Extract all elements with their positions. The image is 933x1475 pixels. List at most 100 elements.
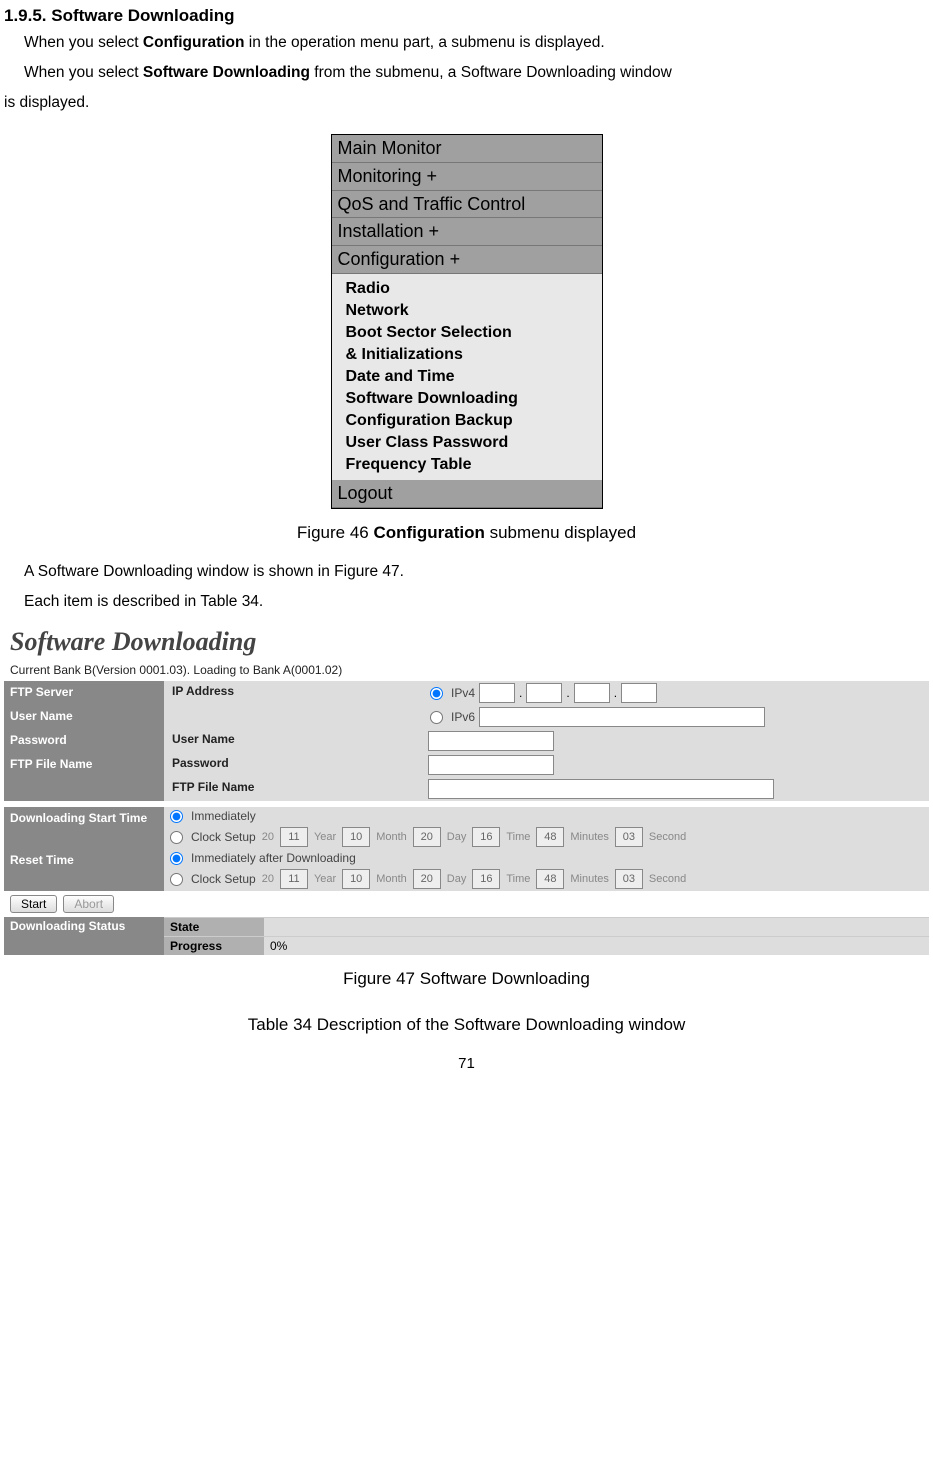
paragraph-mid1: A Software Downloading window is shown i… (24, 563, 933, 581)
label-dl-status: Downloading Status (4, 917, 164, 955)
sw-form-grid: FTP Server IP Address IPv4 . . . User Na… (4, 681, 929, 891)
value-state (264, 917, 929, 936)
dt-day-lbl: Day (447, 831, 467, 843)
mid-user-name: User Name (164, 729, 424, 753)
dt-time-lbl: Time (506, 831, 530, 843)
menu-item-configuration[interactable]: Configuration + (332, 246, 602, 274)
text: When you select (24, 34, 143, 51)
input-user-name[interactable] (428, 731, 554, 751)
paragraph-2: When you select Software Downloading fro… (24, 64, 933, 82)
section-heading: 1.9.5. Software Downloading (4, 6, 933, 26)
sw-window-title: Software Downloading (4, 623, 929, 661)
radio-ipv4[interactable] (430, 687, 443, 700)
radio-dl-imm-label: Immediately (191, 809, 256, 823)
rs-min[interactable] (536, 869, 564, 889)
ipv6-input[interactable] (479, 707, 765, 727)
rs-month-lbl: Month (376, 873, 407, 885)
abort-button[interactable]: Abort (63, 895, 114, 913)
submenu-item-radio[interactable]: Radio (346, 278, 602, 300)
rs-month[interactable] (342, 869, 370, 889)
rs-sec[interactable] (615, 869, 643, 889)
radio-reset-clock[interactable] (170, 873, 183, 886)
radio-reset-imm-label: Immediately after Downloading (191, 851, 356, 865)
radio-reset-clock-label: Clock Setup (191, 872, 256, 886)
radio-ipv4-label: IPv4 (451, 686, 475, 700)
mid-password: Password (164, 753, 424, 777)
dl-month[interactable] (342, 827, 370, 847)
text: in the operation menu part, a submenu is… (245, 34, 605, 51)
ipv4-seg-2[interactable] (526, 683, 562, 703)
dt-min-lbl: Minutes (570, 831, 609, 843)
ipv4-seg-3[interactable] (574, 683, 610, 703)
page-number: 71 (0, 1055, 933, 1072)
field-dl-start-clock: Clock Setup 20Year Month Day Time Minute… (164, 825, 929, 849)
input-ftp-file[interactable] (428, 779, 774, 799)
dl-day[interactable] (413, 827, 441, 847)
blank-mid (164, 705, 424, 729)
button-row: Start Abort (4, 891, 929, 917)
menu-item-installation[interactable]: Installation + (332, 218, 602, 246)
submenu-item-backup[interactable]: Configuration Backup (346, 410, 602, 432)
radio-dl-clock-label: Clock Setup (191, 830, 256, 844)
text-bold: Configuration (143, 34, 245, 51)
rs-day-lbl: Day (447, 873, 467, 885)
submenu-item-boot2[interactable]: & Initializations (346, 344, 602, 366)
dt-sec-lbl: Second (649, 831, 686, 843)
dl-sec[interactable] (615, 827, 643, 847)
sw-bank-info: Current Bank B(Version 0001.03). Loading… (4, 661, 929, 681)
table-34-caption: Table 34 Description of the Software Dow… (0, 1015, 933, 1035)
text-bold: Software Downloading (143, 64, 310, 81)
rs-year[interactable] (280, 869, 308, 889)
submenu-item-boot1[interactable]: Boot Sector Selection (346, 322, 602, 344)
paragraph-1: When you select Configuration in the ope… (24, 34, 933, 52)
dt-20: 20 (262, 831, 274, 843)
ipv4-seg-4[interactable] (621, 683, 657, 703)
field-ipv6: IPv6 (424, 705, 929, 729)
label-reset-time: Reset Time (4, 849, 164, 891)
configuration-menu: Main Monitor Monitoring + QoS and Traffi… (331, 134, 603, 509)
dt-20b: 20 (262, 873, 274, 885)
paragraph-2b: is displayed. (4, 94, 933, 112)
radio-ipv6-label: IPv6 (451, 710, 475, 724)
rs-day[interactable] (413, 869, 441, 889)
submenu-item-user[interactable]: User Class Password (346, 432, 602, 454)
menu-item-main-monitor[interactable]: Main Monitor (332, 135, 602, 163)
label-user-name: User Name (4, 705, 164, 729)
configuration-submenu: Radio Network Boot Sector Selection & In… (332, 274, 602, 480)
submenu-item-freq[interactable]: Frequency Table (346, 454, 602, 476)
menu-item-logout[interactable]: Logout (332, 480, 602, 508)
status-grid: Downloading Status State Progress 0% (4, 917, 929, 955)
dl-year[interactable] (280, 827, 308, 847)
submenu-item-network[interactable]: Network (346, 300, 602, 322)
radio-dl-clock[interactable] (170, 831, 183, 844)
input-password[interactable] (428, 755, 554, 775)
text: Figure 46 (297, 523, 374, 542)
radio-dl-immediately[interactable] (170, 810, 183, 823)
rs-time-lbl: Time (506, 873, 530, 885)
figure-47-caption: Figure 47 Software Downloading (0, 969, 933, 989)
label-dl-start: Downloading Start Time (4, 807, 164, 849)
label-progress: Progress (164, 936, 264, 955)
field-dl-start-imm: Immediately (164, 807, 929, 825)
dl-min[interactable] (536, 827, 564, 847)
mid-ftp-file: FTP File Name (164, 777, 424, 801)
label-ip-address: IP Address (164, 681, 424, 705)
start-button[interactable]: Start (10, 895, 57, 913)
field-reset-imm: Immediately after Downloading (164, 849, 929, 867)
dl-time[interactable] (472, 827, 500, 847)
rs-time[interactable] (472, 869, 500, 889)
menu-item-qos[interactable]: QoS and Traffic Control (332, 191, 602, 218)
menu-item-monitoring[interactable]: Monitoring + (332, 163, 602, 191)
radio-ipv6[interactable] (430, 711, 443, 724)
field-reset-clock: Clock Setup 20Year Month Day Time Minute… (164, 867, 929, 891)
radio-reset-imm[interactable] (170, 852, 183, 865)
submenu-item-swdl[interactable]: Software Downloading (346, 388, 602, 410)
label-ftp-server: FTP Server (4, 681, 164, 705)
ipv4-seg-1[interactable] (479, 683, 515, 703)
label-password: Password (4, 729, 164, 753)
paragraph-mid2: Each item is described in Table 34. (24, 593, 933, 611)
dt-year-lbl: Year (314, 831, 336, 843)
text: from the submenu, a Software Downloading… (310, 64, 672, 81)
text: submenu displayed (485, 523, 636, 542)
submenu-item-date[interactable]: Date and Time (346, 366, 602, 388)
